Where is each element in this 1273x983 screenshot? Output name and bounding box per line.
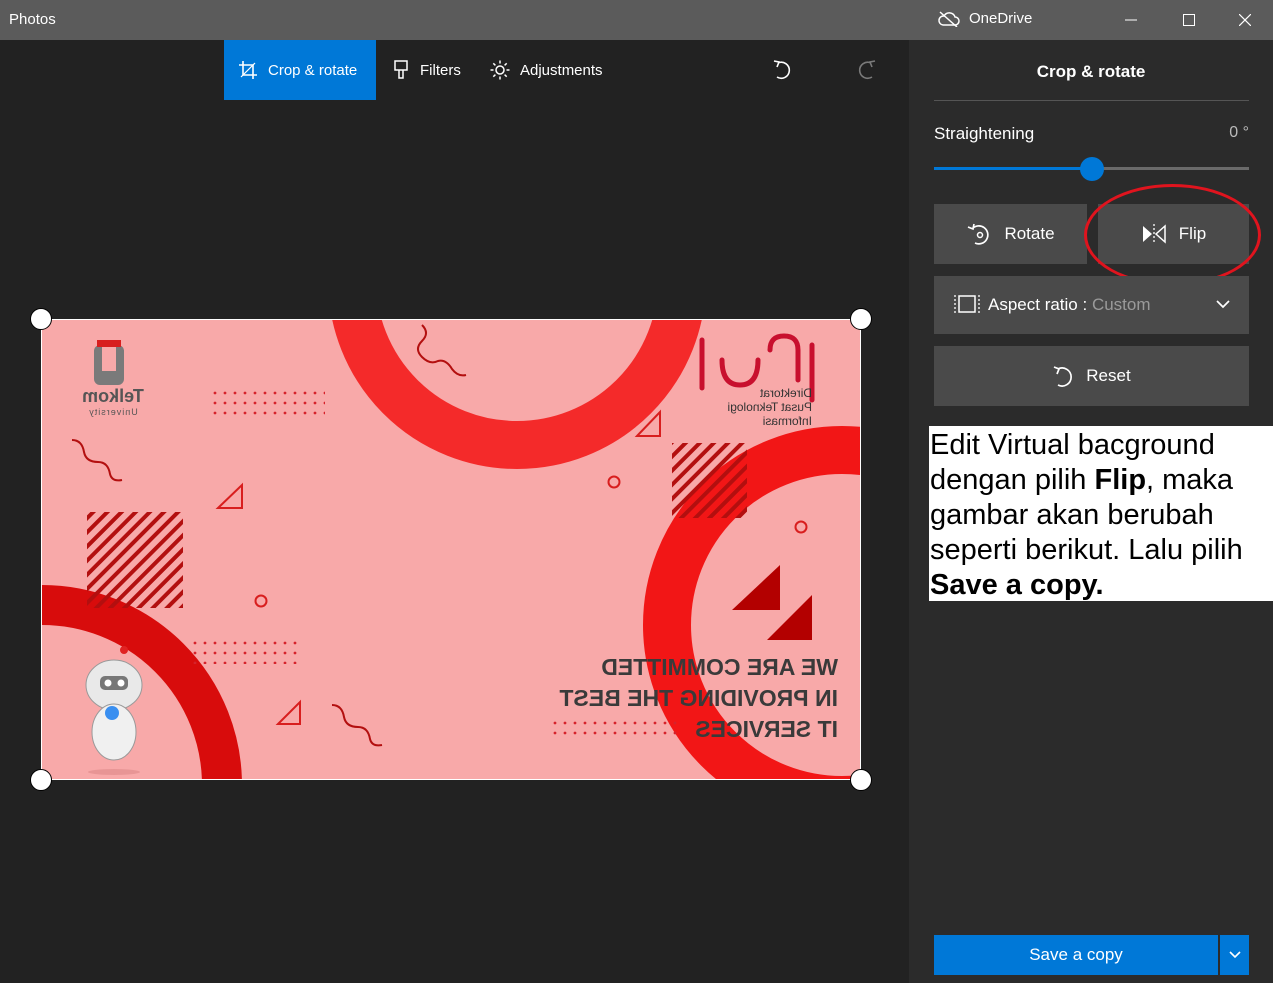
- tab-crop-rotate[interactable]: Crop & rotate: [224, 40, 376, 100]
- minimize-icon: [1125, 19, 1137, 21]
- photo-logo-right-line-1: Direktorat: [759, 386, 812, 400]
- panel-title: Crop & rotate: [1036, 62, 1146, 81]
- aspect-ratio-value: Custom: [1091, 295, 1151, 314]
- undo-button[interactable]: [764, 52, 800, 88]
- note-bold-save: Save a copy.: [930, 569, 1104, 601]
- photo-logo-right-line-2: Pusat Teknologi: [727, 400, 812, 414]
- photo-slogan-line-2: IN PROVIDING THE BEST: [559, 685, 838, 711]
- photo-slogan-line-3: IT SERVICES: [695, 716, 838, 742]
- crop-handle-bottom-right[interactable]: [850, 769, 872, 791]
- virtual-background-photo[interactable]: Telkom University Direktorat Pusat Tekno…: [41, 319, 861, 780]
- reset-label: Reset: [1086, 366, 1131, 385]
- photo-logo-left-title: Telkom: [82, 386, 144, 406]
- photo-logo-right-line-3: Informasi: [762, 414, 812, 428]
- edit-toolbar: Crop & rotate Filters Adjustments: [0, 40, 908, 100]
- tab-crop-rotate-label: Crop & rotate: [268, 61, 358, 79]
- minimize-button[interactable]: [1102, 0, 1160, 40]
- photo-slogan-line-1: WE ARE COMMITTED: [601, 654, 838, 680]
- reset-button[interactable]: Reset: [934, 346, 1249, 406]
- flip-highlight-circle: [1084, 184, 1261, 286]
- undo-icon: [773, 60, 791, 80]
- photo-logo-right-text: Direktorat Pusat Teknologi Informasi: [702, 386, 812, 428]
- save-options-dropdown[interactable]: [1220, 935, 1249, 975]
- onedrive-status[interactable]: OneDrive: [938, 10, 1032, 27]
- redo-icon: [858, 60, 876, 80]
- photo-logo-left-sub: University: [88, 407, 138, 417]
- save-a-copy-button[interactable]: Save a copy: [934, 935, 1218, 975]
- tab-adjustments-label: Adjustments: [520, 61, 603, 79]
- aspect-ratio-title: Aspect ratio :: [988, 295, 1092, 314]
- onedrive-label: OneDrive: [969, 10, 1033, 27]
- app-title: Photos: [9, 11, 56, 28]
- straightening-slider-fill: [934, 167, 1091, 170]
- crop-handle-top-left[interactable]: [30, 308, 52, 330]
- tab-adjustments[interactable]: Adjustments: [490, 40, 603, 100]
- tab-filters[interactable]: Filters: [392, 40, 461, 100]
- brush-icon: [394, 60, 408, 79]
- photo-slogan: WE ARE COMMITTED IN PROVIDING THE BEST I…: [532, 652, 838, 745]
- maximize-button[interactable]: [1160, 0, 1218, 40]
- straightening-slider-thumb[interactable]: [1080, 157, 1104, 181]
- aspect-ratio-icon: [954, 295, 980, 313]
- maximize-icon: [1183, 14, 1195, 26]
- redo-button[interactable]: [849, 52, 885, 88]
- aspect-ratio-label: Aspect ratio : Custom: [988, 295, 1151, 315]
- instruction-note: Edit Virtual bacground dengan pilih Flip…: [929, 426, 1273, 601]
- cloud-off-icon: [938, 10, 960, 27]
- close-button[interactable]: [1216, 0, 1273, 40]
- rotate-label: Rotate: [1004, 224, 1055, 243]
- title-bar: Photos OneDrive: [0, 0, 1273, 40]
- rotate-icon: [968, 223, 990, 245]
- close-icon: [1239, 14, 1251, 26]
- crop-icon: [239, 61, 257, 79]
- save-a-copy-label: Save a copy: [1029, 945, 1123, 964]
- tab-filters-label: Filters: [420, 61, 461, 79]
- crop-handle-bottom-left[interactable]: [30, 769, 52, 791]
- reset-icon: [1053, 366, 1073, 387]
- panel-divider: [934, 100, 1249, 101]
- crop-handle-top-right[interactable]: [850, 308, 872, 330]
- rotate-button[interactable]: Rotate: [934, 204, 1087, 264]
- chevron-down-icon: [1216, 300, 1230, 309]
- photo-logo-left: Telkom University: [80, 386, 146, 417]
- straightening-value: 0 °: [1229, 124, 1249, 141]
- sun-icon: [490, 60, 510, 80]
- chevron-down-icon: [1228, 951, 1241, 959]
- straightening-label: Straightening: [934, 124, 1035, 143]
- aspect-ratio-dropdown[interactable]: Aspect ratio : Custom: [934, 276, 1249, 334]
- note-bold-flip: Flip: [1094, 464, 1147, 496]
